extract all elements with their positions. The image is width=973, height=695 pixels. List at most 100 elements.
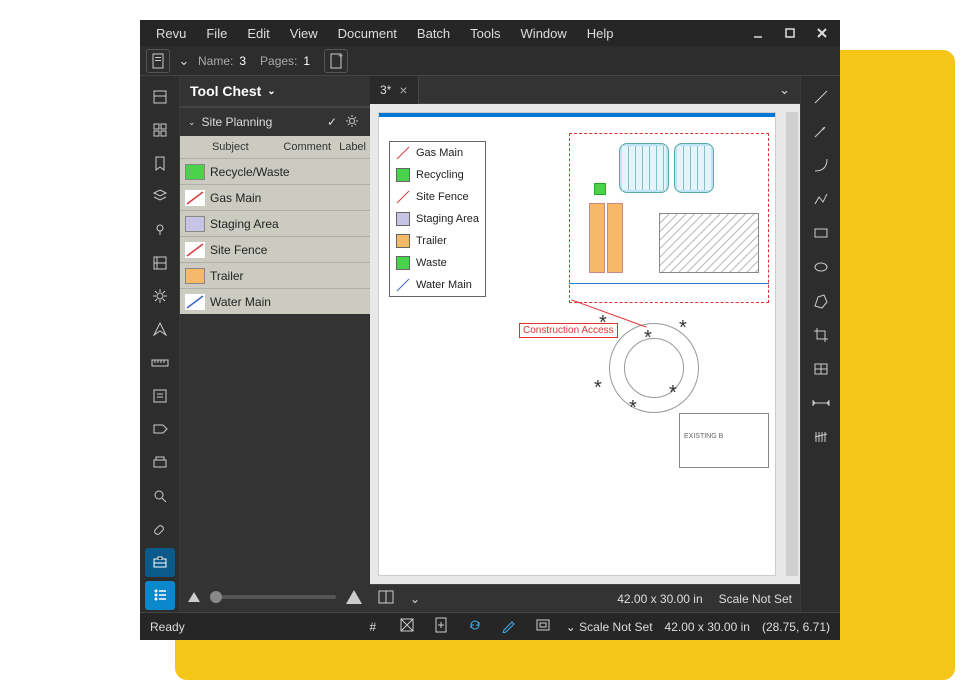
legend-swatch-icon (396, 190, 410, 204)
tool-item[interactable]: Gas Main (180, 184, 370, 210)
legend-swatch-icon (396, 168, 410, 182)
split-view-icon[interactable] (378, 590, 394, 607)
new-page-button[interactable]: + (324, 49, 348, 73)
markups-list-icon[interactable] (145, 581, 175, 610)
crop-tool-icon[interactable] (806, 320, 836, 350)
swatch-icon (185, 294, 205, 310)
window-maximize-button[interactable] (778, 21, 802, 45)
split-dropdown[interactable]: ⌄ (410, 592, 420, 606)
line-tool-icon[interactable] (806, 82, 836, 112)
legend-label: Trailer (416, 235, 447, 247)
tool-item[interactable]: Trailer (180, 262, 370, 288)
tool-item-label: Recycle/Waste (210, 165, 290, 179)
viewport-icon[interactable] (532, 618, 554, 635)
menu-revu[interactable]: Revu (146, 26, 196, 41)
thumbnails-icon[interactable] (145, 82, 175, 111)
legend-swatch-icon (396, 234, 410, 248)
polyline-tool-icon[interactable] (806, 184, 836, 214)
window-minimize-button[interactable] (746, 21, 770, 45)
zoom-out-icon[interactable] (188, 592, 200, 602)
page-scale[interactable]: Scale Not Set (719, 592, 792, 606)
tool-item-label: Site Fence (210, 243, 267, 257)
scanner-icon[interactable] (145, 448, 175, 477)
dimension-tool-icon[interactable] (806, 388, 836, 418)
zoom-in-icon[interactable] (346, 590, 362, 604)
ruler-icon[interactable] (145, 348, 175, 377)
col-label[interactable]: Label (335, 141, 370, 153)
tool-item[interactable]: Water Main (180, 288, 370, 314)
legend-label: Water Main (416, 279, 472, 291)
swatch-icon (185, 190, 205, 206)
name-label: Name: (198, 54, 233, 68)
svg-text:+: + (338, 53, 343, 61)
count-tool-icon[interactable] (806, 422, 836, 452)
col-comment[interactable]: Comment (279, 141, 335, 153)
zoom-slider[interactable] (210, 595, 336, 599)
bookmark-icon[interactable] (145, 149, 175, 178)
tag-icon[interactable] (145, 415, 175, 444)
document-footer: ⌄ 42.00 x 30.00 in Scale Not Set (370, 584, 800, 612)
reuse-icon[interactable] (430, 617, 452, 636)
window-close-button[interactable] (810, 21, 834, 45)
swatch-icon (185, 216, 205, 232)
layers-icon[interactable] (145, 182, 175, 211)
tab-overflow-icon[interactable]: ⌄ (769, 82, 800, 98)
col-subject[interactable]: Subject (208, 141, 279, 153)
menu-edit[interactable]: Edit (237, 26, 279, 41)
tool-item[interactable]: Staging Area (180, 210, 370, 236)
menu-help[interactable]: Help (577, 26, 624, 41)
swatch-icon (185, 164, 205, 180)
legend-label: Waste (416, 257, 447, 269)
grid-body: Recycle/Waste Gas Main Staging Area Site Fe… (180, 158, 370, 314)
grid-icon[interactable] (145, 115, 175, 144)
legend-label: Gas Main (416, 147, 463, 159)
notes-icon[interactable] (145, 381, 175, 410)
menu-batch[interactable]: Batch (407, 26, 460, 41)
arc-tool-icon[interactable] (806, 150, 836, 180)
status-scale-dropdown[interactable]: ⌄ Scale Not Set (566, 620, 653, 634)
ellipse-tool-icon[interactable] (806, 252, 836, 282)
page[interactable]: Gas MainRecyclingSite FenceStaging AreaT… (378, 112, 776, 576)
section-title: Site Planning (202, 115, 273, 129)
compass-icon[interactable] (145, 315, 175, 344)
document-info-bar: ⌄ Name: 3 Pages: 1 + (140, 46, 840, 76)
forms-icon[interactable] (145, 248, 175, 277)
app-window: Revu File Edit View Document Batch Tools… (140, 20, 840, 640)
polygon-tool-icon[interactable] (806, 286, 836, 316)
menu-document[interactable]: Document (328, 26, 407, 41)
panel-title[interactable]: Tool Chest ⌄ (180, 76, 370, 108)
menu-file[interactable]: File (196, 26, 237, 41)
section-gear-icon[interactable] (342, 114, 362, 131)
pen-icon[interactable] (498, 617, 520, 636)
right-toolrail (800, 76, 840, 612)
document-dropdown[interactable]: ⌄ (176, 49, 192, 73)
search-icon[interactable] (145, 481, 175, 510)
document-tab[interactable]: 3* × (370, 76, 419, 104)
rectangle-tool-icon[interactable] (806, 218, 836, 248)
tool-item-label: Staging Area (210, 217, 279, 231)
swatch-icon (185, 242, 205, 258)
menu-window[interactable]: Window (511, 26, 577, 41)
snap-icon[interactable] (396, 617, 418, 636)
cloud-tool-icon[interactable] (806, 354, 836, 384)
pages-label: Pages: (260, 54, 297, 68)
section-header[interactable]: ⌄ Site Planning ✓ (180, 108, 370, 136)
links-icon[interactable] (145, 514, 175, 543)
gear-icon[interactable] (145, 282, 175, 311)
arrow-tool-icon[interactable] (806, 116, 836, 146)
vertical-scrollbar[interactable] (786, 112, 798, 576)
document-icon-button[interactable] (146, 49, 170, 73)
places-icon[interactable] (145, 215, 175, 244)
legend-row: Waste (390, 252, 485, 274)
toolchest-icon[interactable] (145, 548, 175, 577)
tool-item[interactable]: Site Fence (180, 236, 370, 262)
tab-close-icon[interactable]: × (399, 82, 407, 98)
sync-icon[interactable] (464, 617, 486, 636)
grid-snap-icon[interactable]: # (362, 620, 384, 634)
menu-tools[interactable]: Tools (460, 26, 510, 41)
check-icon[interactable]: ✓ (322, 115, 342, 129)
toolchest-panel: Tool Chest ⌄ ⌄ Site Planning ✓ Subject C… (180, 76, 370, 612)
canvas[interactable]: Gas MainRecyclingSite FenceStaging AreaT… (370, 104, 800, 584)
tool-item[interactable]: Recycle/Waste (180, 158, 370, 184)
menu-view[interactable]: View (280, 26, 328, 41)
